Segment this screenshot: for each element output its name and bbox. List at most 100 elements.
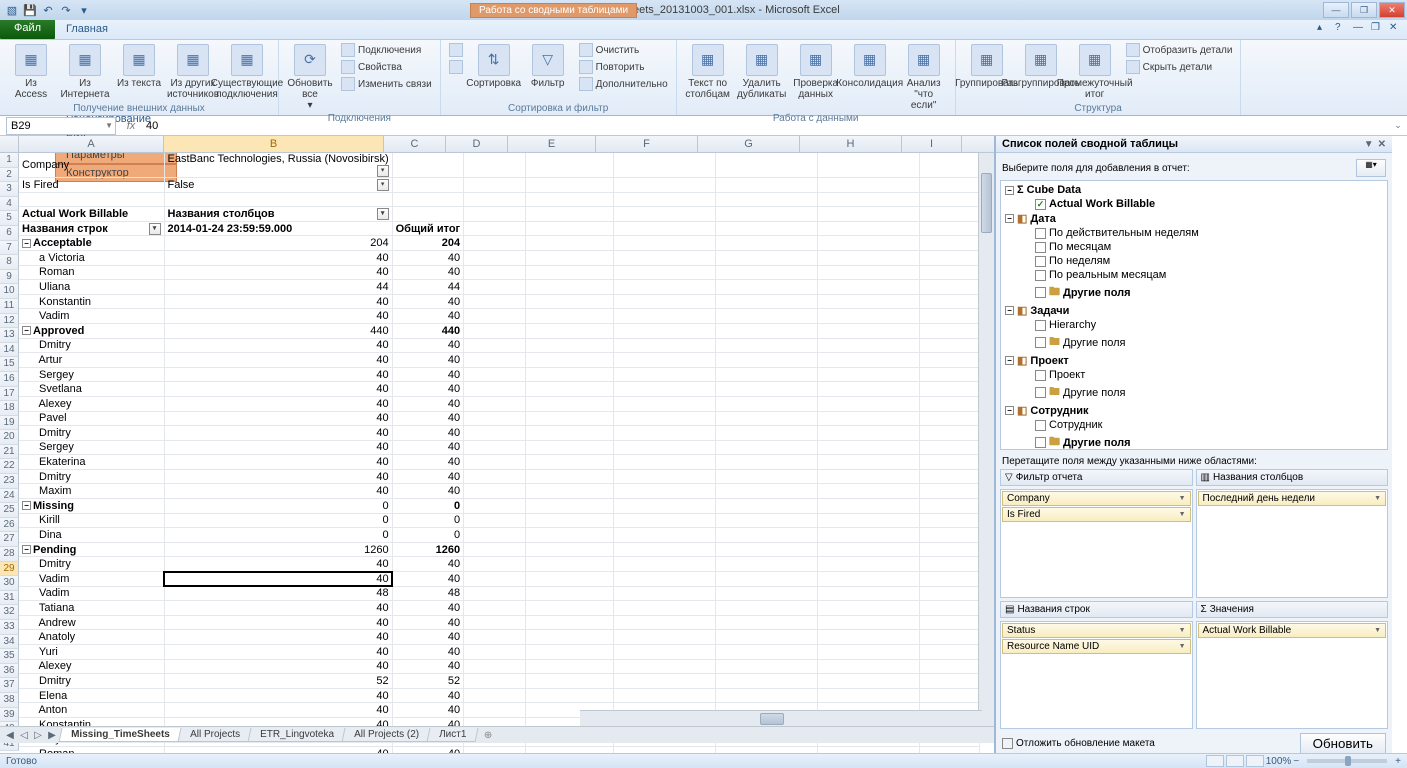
cell[interactable] [920, 221, 980, 236]
cell[interactable] [716, 236, 818, 251]
cell[interactable] [920, 382, 980, 397]
row-header[interactable]: 31 [0, 591, 19, 606]
ribbon-btn[interactable]: ▦Промежуточный итог [1070, 42, 1120, 102]
field-checkbox[interactable] [1035, 337, 1046, 348]
cell[interactable]: −Missing [19, 499, 164, 514]
cell[interactable]: 40 [164, 440, 392, 455]
ribbon-btn[interactable]: ▦Анализ "что если" [899, 42, 949, 113]
cell[interactable] [818, 440, 920, 455]
cell[interactable] [920, 294, 980, 309]
cell[interactable]: 40 [392, 250, 464, 265]
cell[interactable] [526, 153, 614, 178]
cell[interactable] [818, 382, 920, 397]
minimize-button[interactable]: — [1323, 2, 1349, 18]
zoom-level[interactable]: 100% [1266, 756, 1292, 767]
cell[interactable] [614, 557, 716, 572]
cell[interactable] [19, 192, 164, 207]
cell[interactable] [920, 207, 980, 222]
cell[interactable] [716, 309, 818, 324]
cell[interactable]: Actual Work Billable [19, 207, 164, 222]
filter-dropdown-icon[interactable]: ▾ [377, 208, 389, 220]
sheet-tab[interactable]: Missing_TimeSheets [59, 728, 183, 742]
sheet-tab[interactable]: All Projects [177, 728, 252, 742]
ribbon-btn[interactable]: ▦Существующие подключения [222, 42, 272, 102]
cell[interactable] [818, 236, 920, 251]
cell[interactable] [464, 396, 526, 411]
scrollbar-thumb[interactable] [981, 173, 992, 233]
cell[interactable]: 40 [392, 572, 464, 587]
column-header-H[interactable]: H [800, 136, 902, 152]
cell[interactable] [716, 630, 818, 645]
cell[interactable]: 40 [164, 630, 392, 645]
ribbon-btn[interactable]: ▦Из текста [114, 42, 164, 91]
cell[interactable] [818, 542, 920, 557]
field-checkbox[interactable] [1035, 256, 1046, 267]
cell[interactable]: 40 [164, 484, 392, 499]
cell[interactable] [614, 484, 716, 499]
filter-dropdown-icon[interactable]: ▾ [377, 179, 389, 191]
cell[interactable] [526, 630, 614, 645]
zoom-out-button[interactable]: − [1293, 756, 1299, 767]
cell[interactable]: Ekaterina [19, 455, 164, 470]
cell[interactable] [526, 265, 614, 280]
cell[interactable] [526, 250, 614, 265]
field-tree-node[interactable]: Hierarchy [1003, 318, 1385, 332]
cell[interactable] [818, 455, 920, 470]
cell[interactable] [614, 382, 716, 397]
row-header[interactable]: 9 [0, 270, 19, 285]
cell[interactable] [526, 499, 614, 514]
cell[interactable]: 40 [164, 250, 392, 265]
row-header[interactable]: 10 [0, 284, 19, 299]
cell[interactable] [464, 703, 526, 718]
cell[interactable] [716, 586, 818, 601]
cell[interactable] [614, 338, 716, 353]
cell[interactable] [716, 426, 818, 441]
cell[interactable] [464, 250, 526, 265]
area-box-rows[interactable]: Status▼Resource Name UID▼ [1000, 621, 1193, 730]
sort-asc-button[interactable] [447, 42, 465, 58]
cell[interactable] [920, 645, 980, 660]
cell[interactable] [614, 294, 716, 309]
update-button[interactable]: Обновить [1300, 733, 1386, 754]
cell[interactable] [526, 396, 614, 411]
cell[interactable]: 40 [392, 645, 464, 660]
cell[interactable]: 204 [392, 236, 464, 251]
cell[interactable] [920, 542, 980, 557]
cell[interactable] [464, 309, 526, 324]
cell[interactable] [818, 192, 920, 207]
cell[interactable] [464, 426, 526, 441]
cell[interactable] [614, 178, 716, 193]
row-header[interactable]: 13 [0, 328, 19, 343]
view-page-break-button[interactable] [1246, 755, 1264, 767]
help-icon[interactable]: ? [1335, 22, 1349, 36]
ribbon-btn[interactable]: ▦Текст по столбцам [683, 42, 733, 102]
expand-icon[interactable]: − [1005, 306, 1014, 315]
cells[interactable]: CompanyEastBanc Technologies, Russia (No… [19, 153, 980, 758]
cell[interactable]: 40 [164, 309, 392, 324]
field-tree-node[interactable]: 🖿Другие поля [1003, 332, 1385, 353]
cell[interactable]: 40 [164, 703, 392, 718]
cell[interactable] [818, 353, 920, 368]
cell[interactable]: 40 [392, 630, 464, 645]
cell[interactable] [614, 601, 716, 616]
cell[interactable] [614, 236, 716, 251]
cell[interactable] [920, 280, 980, 295]
cell[interactable] [526, 207, 614, 222]
cell[interactable] [464, 207, 526, 222]
cell[interactable]: Roman [19, 265, 164, 280]
cell[interactable]: Uliana [19, 280, 164, 295]
field-list-dropdown-icon[interactable]: ▼ [1364, 139, 1374, 150]
cell[interactable] [920, 615, 980, 630]
cell[interactable] [716, 645, 818, 660]
expand-icon[interactable]: − [1005, 406, 1014, 415]
collapse-icon[interactable]: − [22, 545, 31, 554]
field-dropdown-icon[interactable]: ▼ [1374, 627, 1381, 634]
cell[interactable] [716, 338, 818, 353]
cell[interactable] [526, 455, 614, 470]
field-tree-node[interactable]: По месяцам [1003, 240, 1385, 254]
cell[interactable] [920, 309, 980, 324]
cell[interactable]: 40 [164, 353, 392, 368]
cell[interactable]: 40 [164, 294, 392, 309]
cell[interactable]: 40 [392, 338, 464, 353]
vertical-scrollbar[interactable] [978, 153, 994, 741]
